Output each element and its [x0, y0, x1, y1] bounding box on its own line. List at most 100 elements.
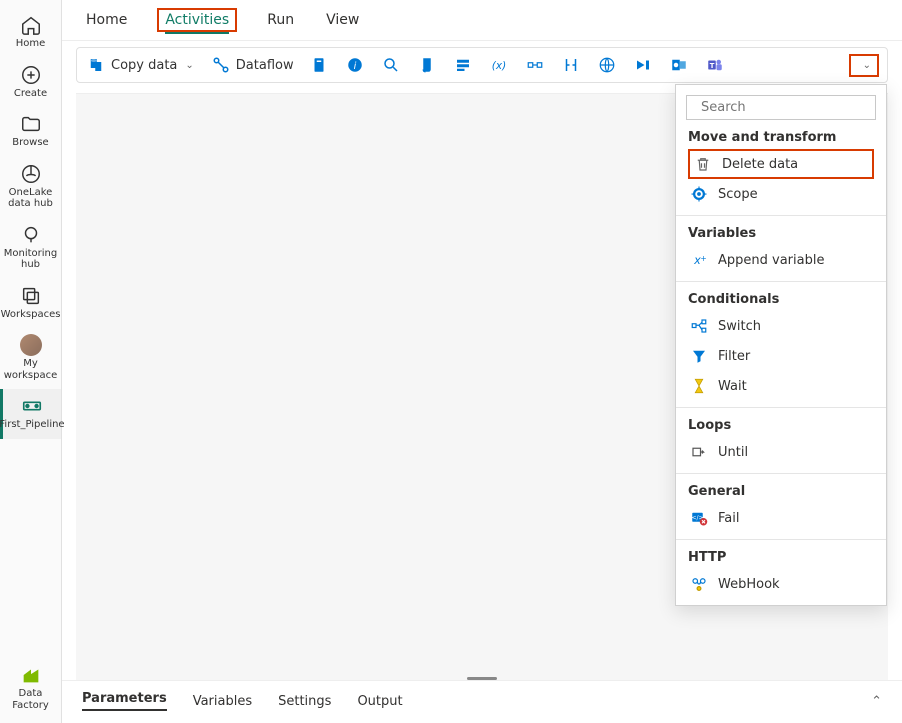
bottom-tab-parameters-label: Parameters — [82, 691, 167, 706]
teams-icon: T — [706, 56, 724, 74]
group-variables: Variables — [688, 226, 874, 241]
panel-resize-handle[interactable] — [467, 677, 497, 680]
tab-home[interactable]: Home — [84, 8, 129, 32]
if-button[interactable] — [562, 56, 580, 74]
notebook-button[interactable] — [310, 56, 328, 74]
item-wait-label: Wait — [718, 379, 747, 394]
bottom-tab-parameters[interactable]: Parameters — [82, 691, 167, 711]
invoke-button[interactable] — [634, 56, 652, 74]
copy-data-label: Copy data — [111, 58, 177, 73]
item-append-variable[interactable]: x+ Append variable — [688, 245, 874, 275]
stored-proc-icon — [454, 56, 472, 74]
group-general: General — [688, 484, 874, 499]
hourglass-icon — [690, 377, 708, 395]
rail-workspaces[interactable]: Workspaces — [0, 279, 61, 329]
tab-activities-label: Activities — [165, 12, 229, 34]
collapse-properties-button[interactable]: ⌃ — [871, 694, 882, 709]
activities-dropdown-panel: Move and transform Delete data Scope Var… — [675, 84, 887, 606]
group-loops: Loops — [688, 418, 874, 433]
add-activity-button[interactable]: ⌄ — [849, 54, 879, 77]
bottom-tab-output[interactable]: Output — [357, 694, 402, 709]
item-switch[interactable]: Switch — [688, 311, 874, 341]
tab-view[interactable]: View — [324, 8, 361, 32]
toolbar-icon-row: i (x) T — [310, 56, 724, 74]
rail-first-pipeline-label: First_Pipeline — [0, 419, 65, 431]
item-scope[interactable]: Scope — [688, 179, 874, 209]
avatar-icon — [20, 334, 42, 356]
outlook-icon — [670, 56, 688, 74]
panel-search-input[interactable] — [701, 100, 871, 115]
plus-circle-icon — [20, 64, 42, 86]
copy-data-button[interactable]: Copy data ⌄ — [85, 52, 196, 78]
foreach-button[interactable] — [526, 56, 544, 74]
script-icon — [418, 56, 436, 74]
teams-button[interactable]: T — [706, 56, 724, 74]
bottom-tab-settings[interactable]: Settings — [278, 694, 331, 709]
item-scope-label: Scope — [718, 187, 758, 202]
notebook-icon — [310, 56, 328, 74]
rail-browse[interactable]: Browse — [0, 107, 61, 157]
rail-monitoring[interactable]: Monitoring hub — [0, 218, 61, 279]
info-button[interactable]: i — [346, 56, 364, 74]
rail-first-pipeline[interactable]: First_Pipeline — [0, 389, 61, 439]
workspaces-icon — [20, 285, 42, 307]
append-variable-icon: x+ — [690, 251, 708, 269]
home-icon — [20, 14, 42, 36]
rail-workspaces-label: Workspaces — [1, 309, 61, 321]
lookup-button[interactable] — [382, 56, 400, 74]
pipeline-icon — [21, 395, 43, 417]
item-fail[interactable]: </> Fail — [688, 503, 874, 533]
rail-my-workspace[interactable]: My workspace — [0, 328, 61, 389]
web-button[interactable] — [598, 56, 616, 74]
tab-activities[interactable]: Activities — [157, 8, 237, 32]
if-icon — [562, 56, 580, 74]
tab-run-label: Run — [267, 12, 294, 28]
item-fail-label: Fail — [718, 511, 739, 526]
onelake-icon — [20, 163, 42, 185]
item-delete-data[interactable]: Delete data — [688, 149, 874, 179]
main-area: Home Activities Run View Copy data ⌄ Dat… — [62, 0, 902, 723]
rail-create[interactable]: Create — [0, 58, 61, 108]
tab-view-label: View — [326, 12, 359, 28]
script-button[interactable] — [418, 56, 436, 74]
rail-my-workspace-label: My workspace — [0, 358, 61, 381]
item-filter[interactable]: Filter — [688, 341, 874, 371]
item-webhook[interactable]: WebHook — [688, 569, 874, 599]
item-filter-label: Filter — [718, 349, 750, 364]
rail-data-factory-label: Data Factory — [0, 688, 61, 711]
left-nav-rail: Home Create Browse OneLake data hub Moni… — [0, 0, 62, 723]
rail-monitoring-label: Monitoring hub — [0, 248, 61, 271]
ribbon-tabs: Home Activities Run View — [62, 0, 902, 41]
rail-onelake-label: OneLake data hub — [0, 187, 61, 210]
tab-home-label: Home — [86, 12, 127, 28]
search-icon — [382, 56, 400, 74]
svg-text:T: T — [709, 62, 714, 70]
tab-run[interactable]: Run — [265, 8, 296, 32]
rail-create-label: Create — [14, 88, 47, 100]
group-http: HTTP — [688, 550, 874, 565]
rail-home[interactable]: Home — [0, 8, 61, 58]
item-wait[interactable]: Wait — [688, 371, 874, 401]
until-icon — [690, 443, 708, 461]
outlook-button[interactable] — [670, 56, 688, 74]
item-delete-data-label: Delete data — [722, 157, 798, 172]
rail-data-factory[interactable]: Data Factory — [0, 658, 61, 723]
bottom-tab-variables[interactable]: Variables — [193, 694, 252, 709]
trash-icon — [694, 155, 712, 173]
bottom-tab-variables-label: Variables — [193, 694, 252, 709]
rail-onelake[interactable]: OneLake data hub — [0, 157, 61, 218]
panel-search[interactable] — [686, 95, 876, 120]
properties-tabs: Parameters Variables Settings Output ⌃ — [62, 680, 902, 723]
rail-home-label: Home — [16, 38, 46, 50]
dataflow-button[interactable]: Dataflow — [210, 52, 296, 78]
group-move-transform: Move and transform — [688, 130, 874, 145]
switch-icon — [690, 317, 708, 335]
item-until[interactable]: Until — [688, 437, 874, 467]
variable-button[interactable]: (x) — [490, 56, 508, 74]
svg-text:+: + — [700, 254, 706, 263]
webhook-icon — [690, 575, 708, 593]
item-until-label: Until — [718, 445, 748, 460]
variable-icon: (x) — [490, 56, 508, 74]
svg-text:i: i — [353, 61, 356, 72]
stored-proc-button[interactable] — [454, 56, 472, 74]
